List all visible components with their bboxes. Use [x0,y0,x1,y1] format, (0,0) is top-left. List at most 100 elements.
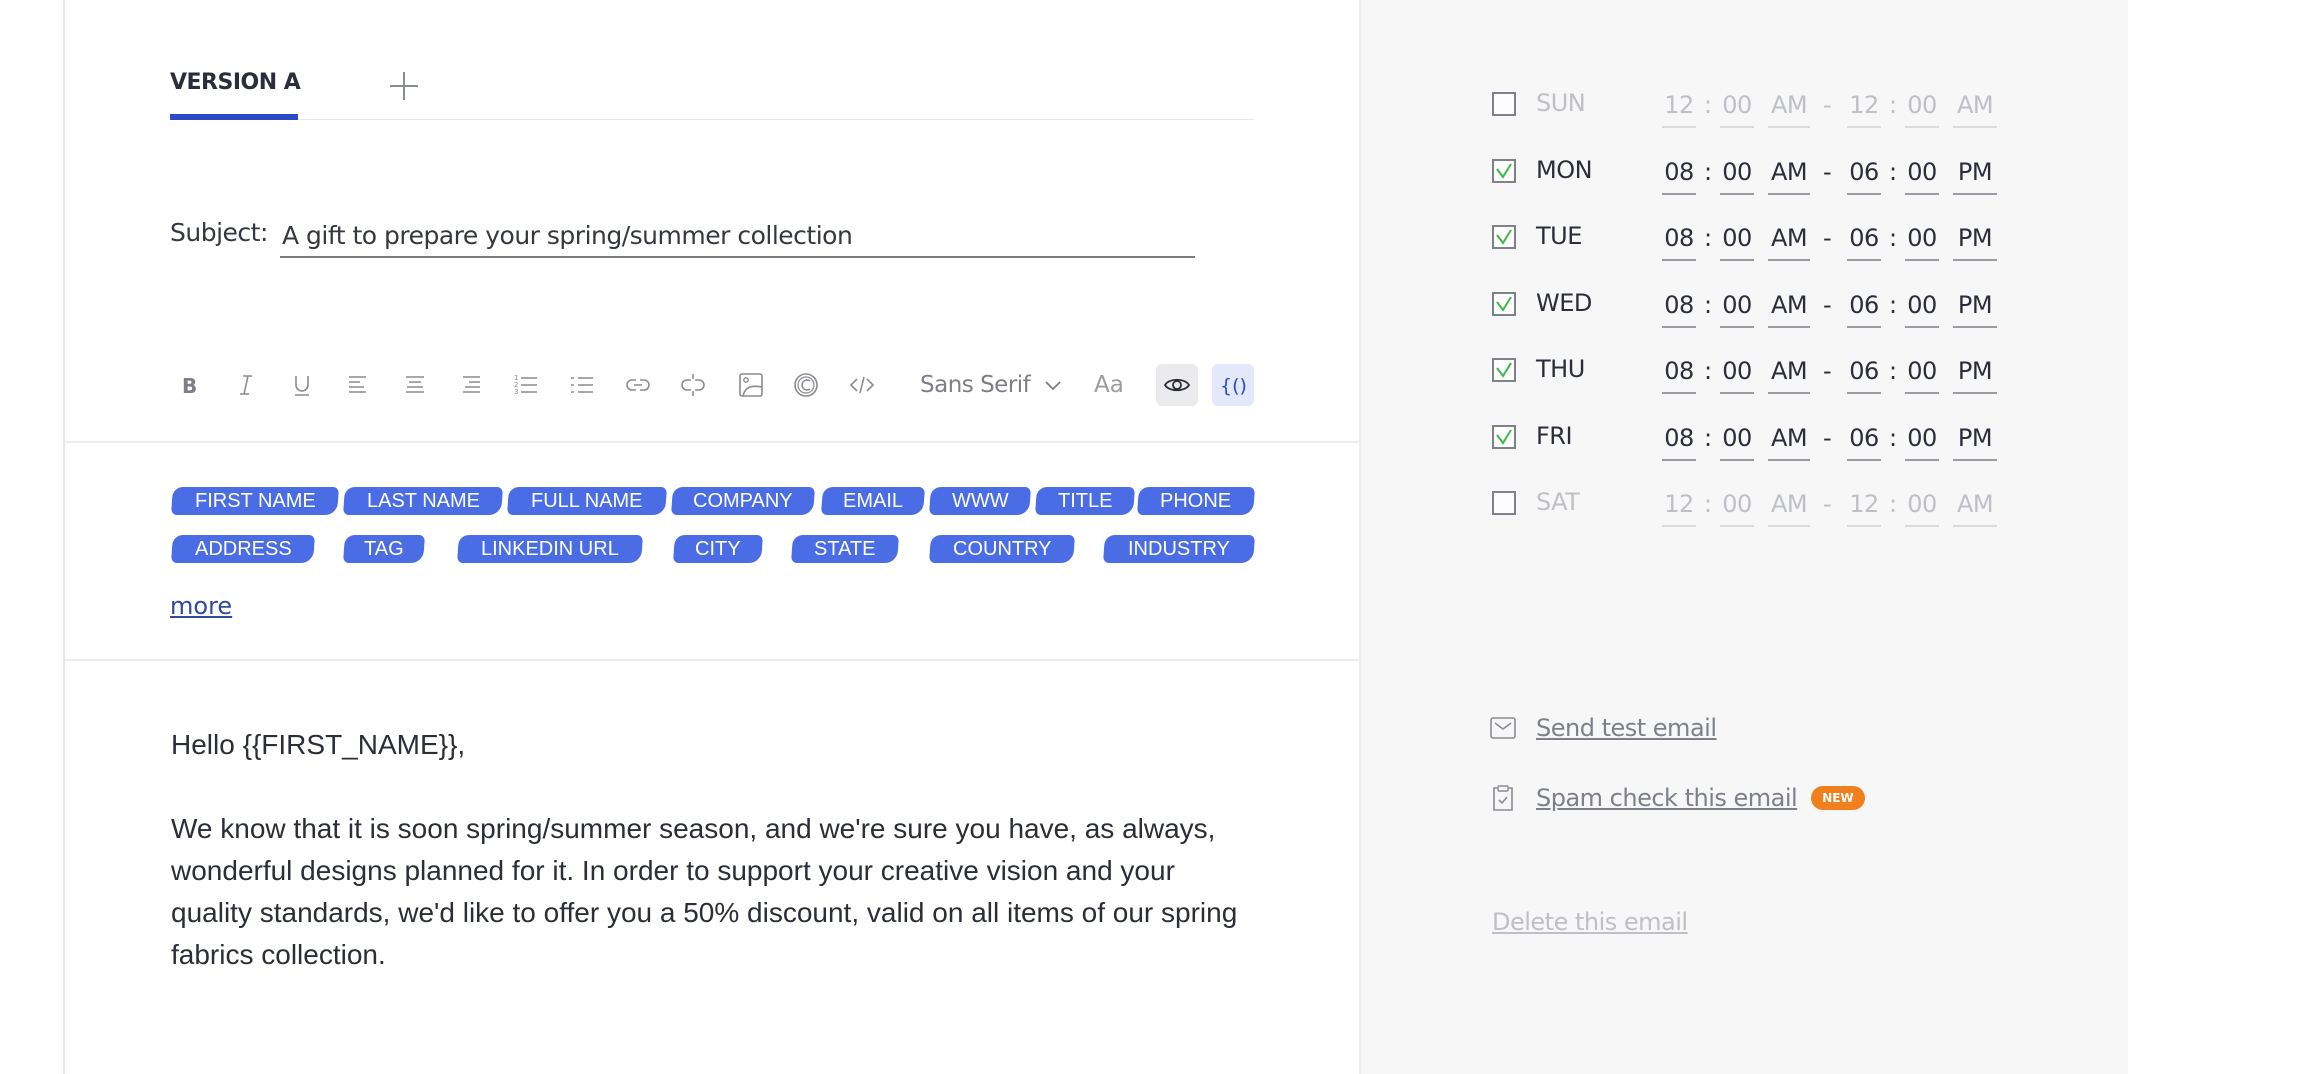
align-center-button[interactable] [399,369,431,401]
align-left-button[interactable] [342,369,374,401]
tab-version-a[interactable]: VERSION A [170,70,301,120]
bullet-list-button[interactable] [566,369,598,401]
end-ampm-field[interactable]: PM [1953,155,1997,195]
start-h-field[interactable]: 08 [1662,221,1696,261]
end-ampm-field[interactable]: AM [1953,487,1997,527]
start-m-field[interactable]: 00 [1720,487,1754,527]
start-h-field[interactable]: 12 [1662,487,1696,527]
start-h-field[interactable]: 12 [1662,88,1696,128]
start-m-field[interactable]: 00 [1720,155,1754,195]
start-ampm-field[interactable]: AM [1768,221,1810,261]
end-m-field[interactable]: 00 [1905,421,1939,461]
day-checkbox[interactable] [1492,491,1516,515]
align-right-button[interactable] [455,369,487,401]
end-ampm-field[interactable]: PM [1953,221,1997,261]
start-ampm-field[interactable]: AM [1768,155,1810,195]
schedule-row-thu: THU 08:00 AM -06:00 PM [1490,355,2010,408]
ordered-list-button[interactable]: 1 2 3 [510,369,542,401]
day-checkbox[interactable] [1492,159,1516,183]
variable-tag[interactable]: CITY [673,535,763,563]
variable-tag[interactable]: LAST NAME [343,487,503,515]
variable-tag[interactable]: ADDRESS [171,535,315,563]
start-ampm-field[interactable]: AM [1768,354,1810,394]
end-h-field[interactable]: 06 [1847,155,1881,195]
end-ampm-field[interactable]: PM [1953,354,1997,394]
send-test-email-link[interactable]: Send test email [1490,714,1717,742]
variable-tag[interactable]: LINKEDIN URL [457,535,643,563]
end-h-field[interactable]: 06 [1847,288,1881,328]
copyright-button[interactable] [790,369,822,401]
start-ampm-field[interactable]: AM [1768,487,1810,527]
preview-toggle[interactable] [1156,364,1198,406]
day-checkbox[interactable] [1492,92,1516,116]
end-h-field[interactable]: 12 [1847,88,1881,128]
font-family-select[interactable]: Sans Serif [920,367,1062,403]
end-ampm-field[interactable]: PM [1953,421,1997,461]
variable-tag[interactable]: STATE [791,535,899,563]
end-m-field[interactable]: 00 [1905,221,1939,261]
eye-icon [1163,378,1191,392]
day-label: TUE [1536,222,1582,250]
end-h-field[interactable]: 06 [1847,421,1881,461]
underline-button[interactable] [286,369,318,401]
start-ampm-field[interactable]: AM [1768,288,1810,328]
start-m-field[interactable]: 00 [1720,421,1754,461]
variable-tag[interactable]: WWW [929,487,1031,515]
start-m-field[interactable]: 00 [1720,288,1754,328]
image-icon [739,373,763,397]
variables-toggle[interactable]: {()} [1212,364,1254,406]
start-ampm-field[interactable]: AM [1768,88,1810,128]
time-separator: : [1889,91,1898,119]
email-body-editor[interactable]: Hello {{FIRST_NAME}}, We know that it is… [171,724,1251,976]
variable-tag[interactable]: FULL NAME [507,487,667,515]
link-button[interactable] [622,369,654,401]
end-ampm-field[interactable]: PM [1953,288,1997,328]
variable-tag[interactable]: COUNTRY [929,535,1075,563]
plus-icon [390,72,418,100]
variable-tag[interactable]: TAG [343,535,425,563]
start-h-field[interactable]: 08 [1662,354,1696,394]
variable-tag[interactable]: FIRST NAME [171,487,339,515]
spam-check-link[interactable]: Spam check this email NEW [1490,784,1865,812]
day-checkbox[interactable] [1492,225,1516,249]
day-checkbox[interactable] [1492,292,1516,316]
variable-tag[interactable]: EMAIL [821,487,925,515]
start-m-field[interactable]: 00 [1720,354,1754,394]
day-checkbox[interactable] [1492,425,1516,449]
insert-image-button[interactable] [735,369,767,401]
start-h-field[interactable]: 08 [1662,155,1696,195]
start-h-field[interactable]: 08 [1662,421,1696,461]
end-m-field[interactable]: 00 [1905,354,1939,394]
end-h-field[interactable]: 06 [1847,354,1881,394]
bold-icon: B [182,374,197,398]
end-m-field[interactable]: 00 [1905,288,1939,328]
bullet-list-icon [571,377,593,393]
start-m-field[interactable]: 00 [1720,221,1754,261]
font-size-button[interactable]: Aa [1094,367,1124,403]
braces-icon: {()} [1220,375,1247,397]
variable-tag[interactable]: TITLE [1035,487,1135,515]
italic-button[interactable] [230,369,262,401]
end-h-field[interactable]: 06 [1847,221,1881,261]
day-checkbox[interactable] [1492,358,1516,382]
variable-tag[interactable]: INDUSTRY [1103,535,1255,563]
checkmark-icon [1496,296,1512,312]
clipboard-check-icon [1493,785,1513,811]
end-m-field[interactable]: 00 [1905,155,1939,195]
delete-email-link[interactable]: Delete this email [1492,908,1688,936]
end-h-field[interactable]: 12 [1847,487,1881,527]
variable-tag[interactable]: COMPANY [671,487,815,515]
variable-tag[interactable]: PHONE [1137,487,1255,515]
code-button[interactable] [846,369,878,401]
end-m-field[interactable]: 00 [1905,88,1939,128]
start-h-field[interactable]: 08 [1662,288,1696,328]
start-ampm-field[interactable]: AM [1768,421,1810,461]
bold-button[interactable]: B [173,369,205,401]
unlink-button[interactable] [677,369,709,401]
subject-input[interactable] [280,214,1195,258]
end-m-field[interactable]: 00 [1905,487,1939,527]
more-variables-link[interactable]: more [170,592,232,620]
end-ampm-field[interactable]: AM [1953,88,1997,128]
add-version-button[interactable] [388,70,420,102]
start-m-field[interactable]: 00 [1720,88,1754,128]
